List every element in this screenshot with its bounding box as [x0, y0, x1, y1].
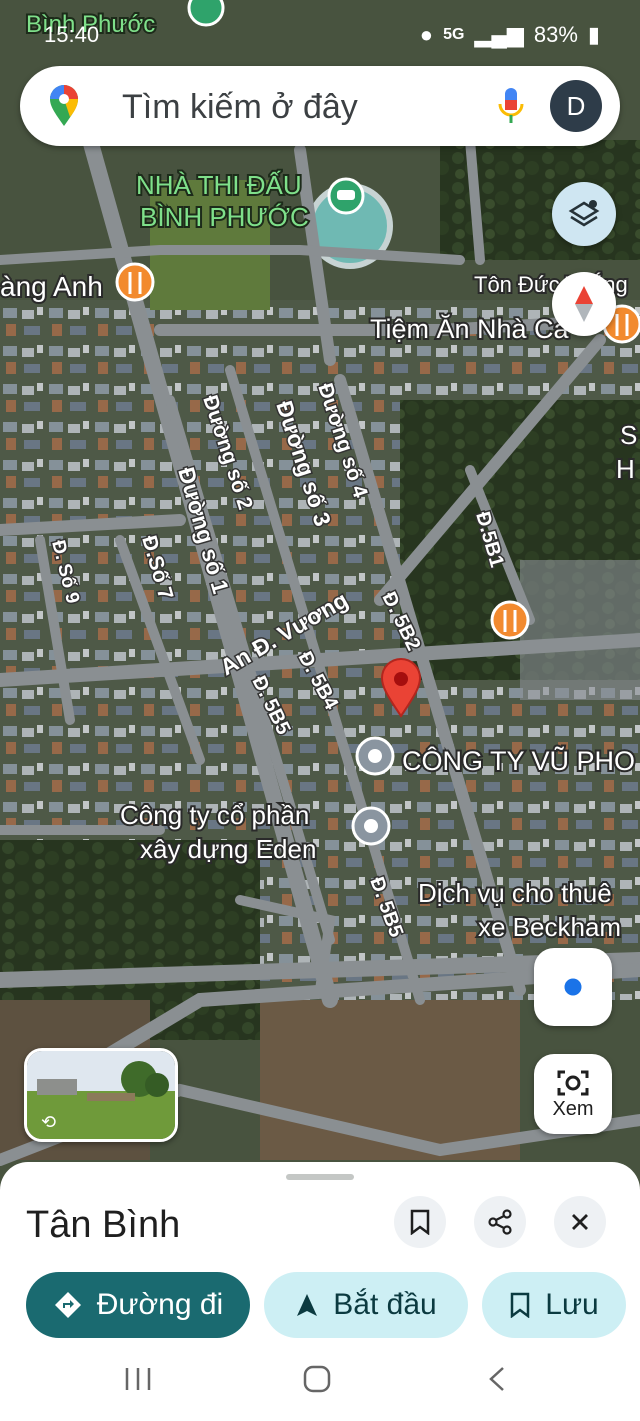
- recent-apps-icon[interactable]: [125, 1368, 151, 1390]
- save-bookmark-icon: [511, 1292, 530, 1318]
- layers-icon: [568, 200, 600, 227]
- place-bottom-sheet[interactable]: Tân Bình Đường đi Bắt đầu Lưu: [0, 1162, 640, 1421]
- location-status-icon: ●: [419, 22, 434, 47]
- share-button[interactable]: [474, 1196, 526, 1248]
- restaurant-icon-middle[interactable]: [490, 600, 530, 640]
- close-icon: [572, 1214, 588, 1230]
- save-label: Lưu: [545, 1288, 599, 1321]
- eden-poi-icon[interactable]: [351, 806, 391, 846]
- stadium-poi-icon[interactable]: [327, 177, 365, 215]
- camera-lens-icon: [557, 1070, 589, 1095]
- search-input[interactable]: Tìm kiếm ở đây: [122, 88, 358, 127]
- directions-icon: [54, 1292, 81, 1318]
- my-location-icon: [561, 975, 585, 999]
- layers-button[interactable]: [552, 182, 616, 246]
- start-label: Bắt đầu: [333, 1288, 437, 1321]
- map-label-stadium-line2[interactable]: BÌNH PHƯỚC: [138, 200, 311, 234]
- map-label-eden-line1[interactable]: Công ty cổ phần: [118, 798, 311, 832]
- sheet-drag-handle[interactable]: [286, 1174, 354, 1180]
- place-title: Tân Bình: [26, 1204, 181, 1246]
- share-icon: [488, 1209, 512, 1235]
- battery-icon: ▮: [587, 22, 600, 47]
- map-label-stadium-line1[interactable]: NHÀ THI ĐẤU: [134, 168, 304, 202]
- map-label-s: S: [620, 420, 637, 450]
- status-indicators: ● 5G ▂▄▆ 83% ▮: [420, 22, 600, 48]
- map-label-h: H: [616, 454, 635, 484]
- lens-explore-button[interactable]: Xem: [534, 1054, 612, 1134]
- home-icon[interactable]: [303, 1365, 331, 1393]
- status-bar: 15:40 ● 5G ▂▄▆ 83% ▮: [0, 0, 640, 64]
- street-view-360-icon: ⟲: [41, 1112, 57, 1132]
- map-label-dich-vu-line2[interactable]: xe Beckham: [476, 910, 623, 944]
- search-bar[interactable]: Tìm kiếm ở đây D: [20, 66, 620, 146]
- system-navigation-bar: [125, 1365, 504, 1393]
- save-button[interactable]: Lưu: [482, 1272, 626, 1338]
- map-label-tiem-an[interactable]: Tiệm Ăn Nhà Cá: [368, 312, 572, 346]
- account-avatar[interactable]: D: [550, 80, 602, 132]
- map-label-eden-line2[interactable]: xây dựng Eden: [138, 832, 318, 866]
- bookmark-icon: [410, 1209, 430, 1235]
- lens-explore-label: Xem: [552, 1097, 594, 1120]
- company-poi-icon[interactable]: [355, 736, 395, 776]
- close-button[interactable]: [554, 1196, 606, 1248]
- street-view-thumbnail[interactable]: ⟲: [24, 1048, 178, 1142]
- status-time: 15:40: [44, 22, 100, 47]
- map-label-cong-ty-vu[interactable]: CÔNG TY VŨ PHO: [400, 743, 637, 778]
- battery-percent: 83%: [533, 22, 578, 47]
- google-maps-logo-icon: [50, 85, 78, 126]
- compass-button[interactable]: [552, 272, 616, 336]
- save-place-button[interactable]: [394, 1196, 446, 1248]
- directions-button[interactable]: Đường đi: [26, 1272, 250, 1338]
- directions-label: Đường đi: [96, 1288, 224, 1321]
- map-label-dich-vu-line1[interactable]: Dịch vụ cho thuê: [416, 876, 614, 910]
- my-location-button[interactable]: [534, 948, 612, 1026]
- back-icon[interactable]: [489, 1367, 504, 1391]
- map-label-hoang-anh[interactable]: àng Anh: [0, 269, 105, 304]
- network-type: 5G: [443, 26, 465, 43]
- microphone-icon[interactable]: [496, 86, 526, 126]
- restaurant-icon[interactable]: [115, 262, 155, 302]
- compass-icon: [575, 286, 593, 322]
- start-navigation-button[interactable]: Bắt đầu: [264, 1272, 468, 1338]
- navigation-arrow-icon: [297, 1294, 318, 1316]
- signal-icon: ▂▄▆: [474, 22, 524, 47]
